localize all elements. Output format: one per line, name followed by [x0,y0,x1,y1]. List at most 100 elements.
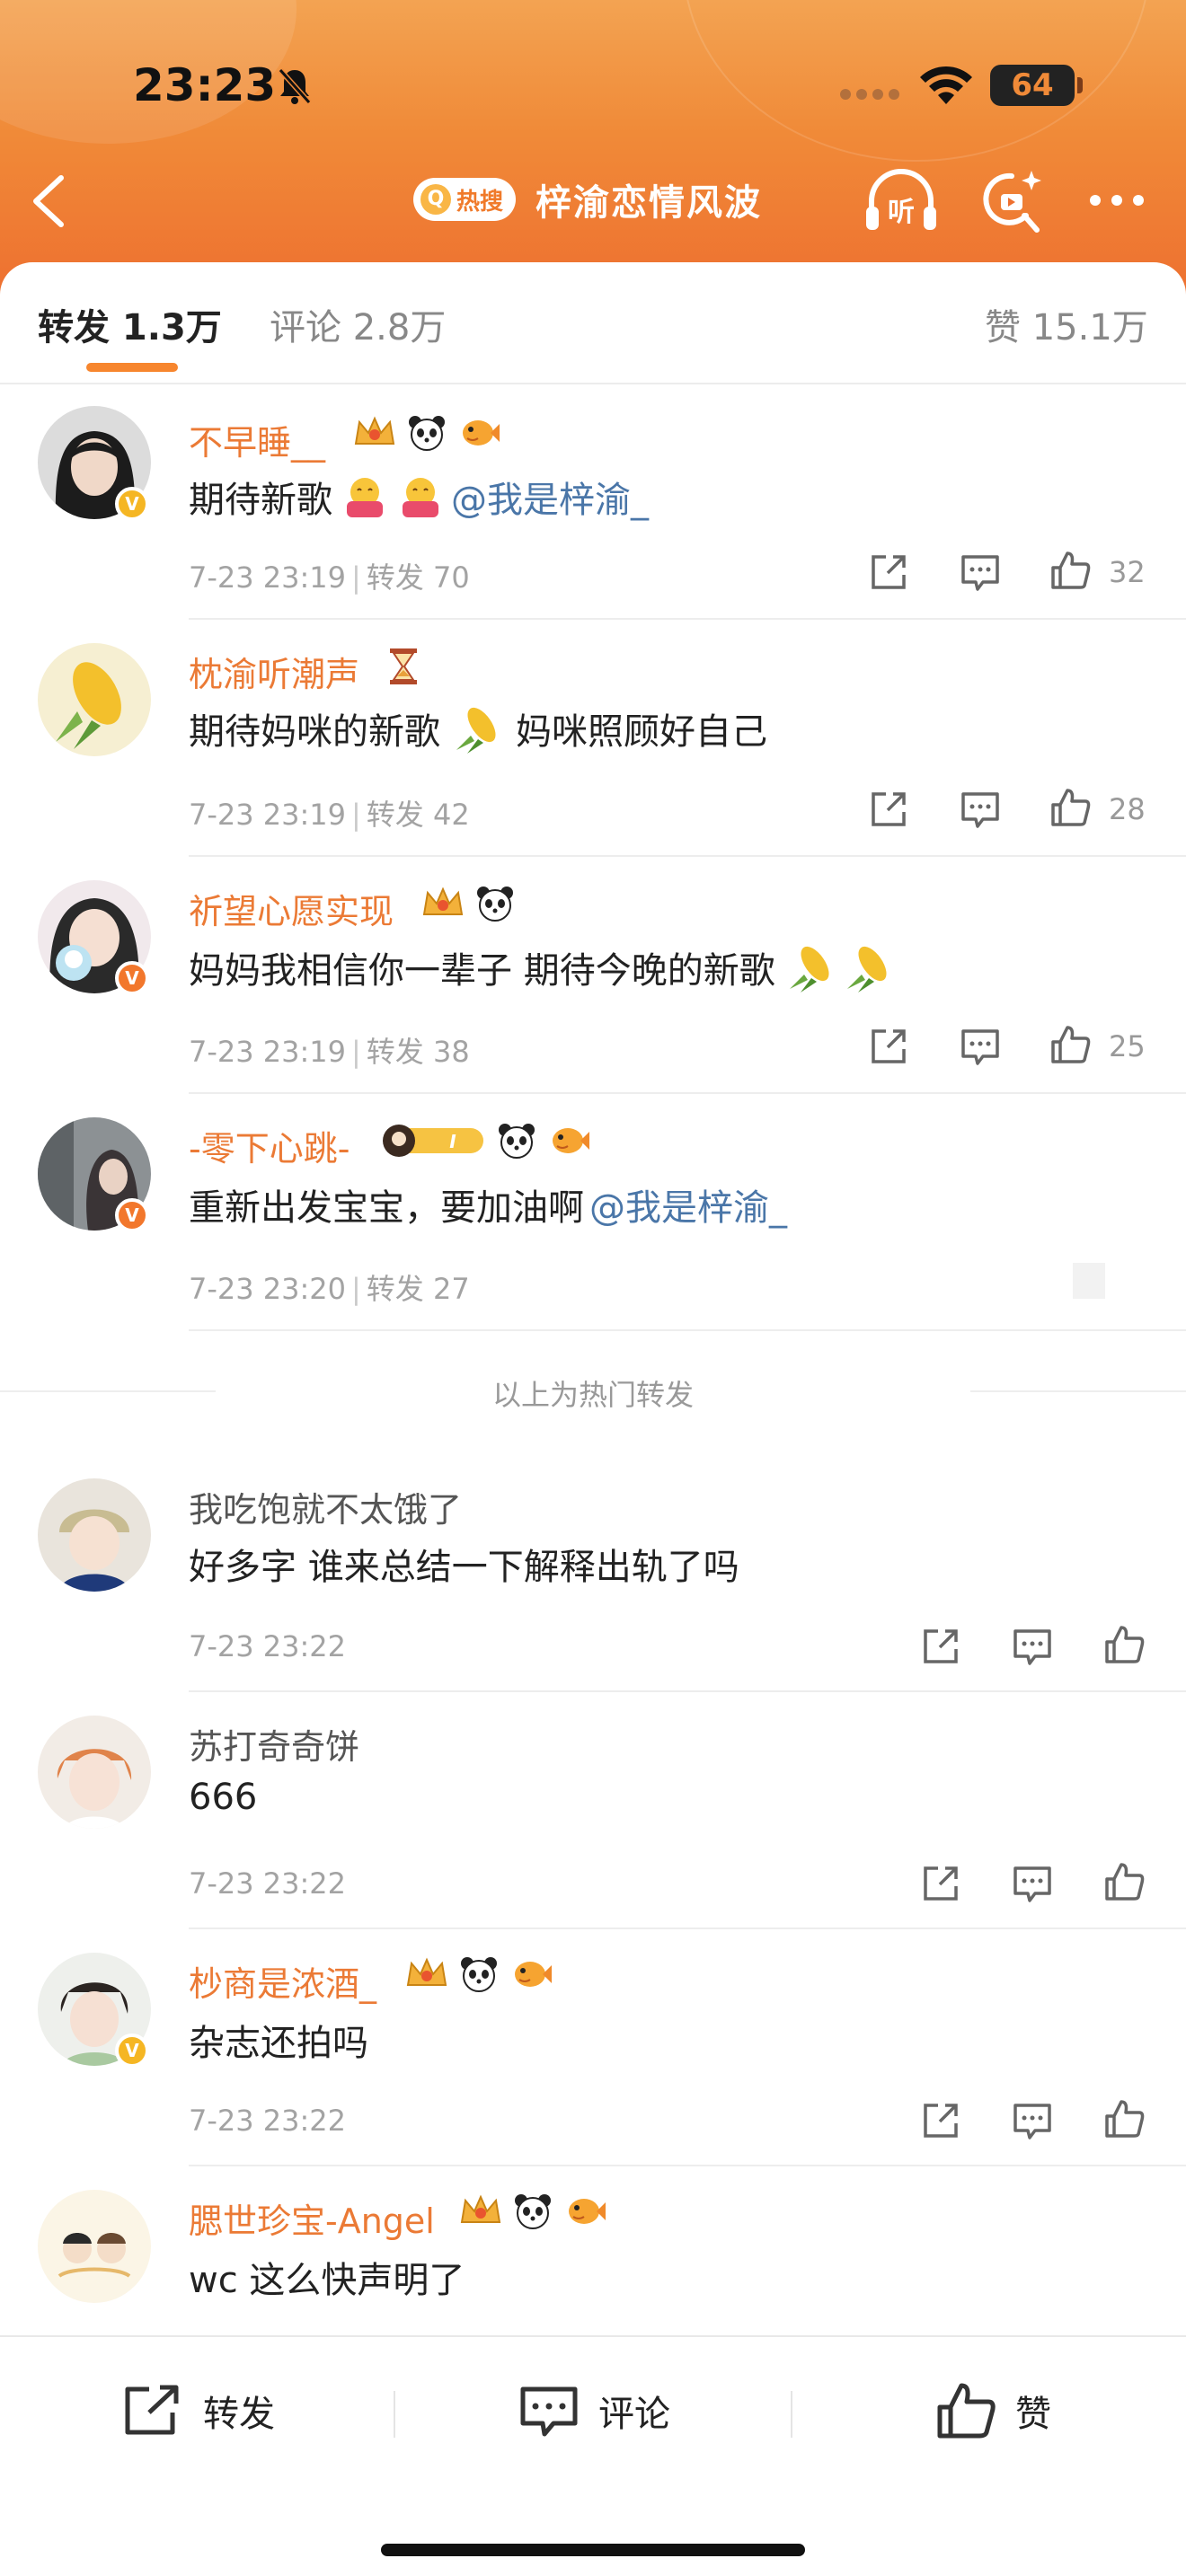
like-button[interactable]: 赞 [934,2378,1051,2443]
avatar[interactable] [38,643,151,756]
avatar[interactable] [38,1478,151,1592]
avatar[interactable] [38,2190,151,2303]
bottom-divider [791,2391,792,2438]
username[interactable]: 枕渝听潮声 [189,647,359,696]
row-divider [189,1329,1186,1331]
battery-nub [1077,77,1083,93]
username[interactable]: -零下心跳- [189,1121,350,1170]
wifi-icon [920,66,972,104]
panda-icon [461,1957,497,1992]
share-icon[interactable] [918,1861,963,1906]
username[interactable]: 祈望心愿实现 [189,884,394,933]
hot-search-title[interactable]: Q 热搜 梓渝恋情风波 [413,171,762,228]
list-item[interactable]: 枕渝听潮声 期待妈咪的新歌 妈咪照顾好自己 7-23 23:19 | 转发 42 2… [0,622,1186,859]
repost-date: 7-23 23:20 [189,1272,347,1306]
repost-count-label: 转发 [366,560,424,595]
share-icon[interactable] [866,787,911,832]
list-item[interactable]: 腮世珍宝-Angel wc 这么快声明了 [0,2166,1186,2335]
repost-button[interactable]: 转发 [122,2378,275,2443]
bottom-divider [394,2391,395,2438]
mention-link[interactable]: @我是梓渝_ [589,1178,787,1231]
repost-date: 7-23 23:22 [189,1866,347,1901]
comment-icon[interactable] [958,550,1003,595]
repost-text: 期待新歌 [189,480,332,521]
username[interactable]: 不早睡__ [189,415,325,464]
list-item[interactable]: V -零下心跳- I 重新出发宝宝，要加油啊 @我是梓渝_ 7-23 23:20… [0,1096,1186,1333]
username[interactable]: 我吃饱就不太饿了 [189,1482,462,1531]
fish-icon [569,2199,606,2224]
username[interactable]: 腮世珍宝-Angel [189,2193,435,2243]
corn-emoji-icon [456,707,496,754]
comment-icon[interactable] [1010,1624,1055,1669]
like-count: 28 [1109,792,1146,826]
panda-icon [515,2194,551,2229]
repost-meta: 7-23 23:20 | 转发 27 [189,1272,470,1306]
repost-count-label: 转发 [366,1272,424,1306]
avatar[interactable] [38,1716,151,1829]
tab-likes[interactable]: 赞 15.1万 [985,298,1148,350]
listen-headphones-icon[interactable]: 听 [863,167,940,235]
like-thumb-icon[interactable] [1048,785,1093,830]
mention-link[interactable]: @我是梓渝_ [451,471,649,523]
share-icon[interactable] [866,550,911,595]
like-thumb-icon[interactable] [1048,548,1093,593]
like-thumb-icon[interactable] [1102,1622,1146,1667]
repost-text: 666 [189,1777,258,1818]
repost-meta: 7-23 23:19 | 转发 42 [189,798,470,832]
active-tab-indicator [86,363,178,372]
comment-icon[interactable] [1010,2098,1055,2143]
repost-count: 70 [432,560,470,595]
like-button-label: 赞 [1015,2394,1051,2435]
like-thumb-icon[interactable] [1102,2096,1146,2141]
comment-icon[interactable] [958,787,1003,832]
tab-reposts[interactable]: 转发 1.3万 [38,298,222,350]
like-thumb-icon[interactable] [1102,1859,1146,1904]
user-emblems [458,2192,607,2231]
list-item[interactable]: V 祈望心愿实现 妈妈我相信你一辈子 期待今晚的新歌 7-23 23:19 | 转发… [0,859,1186,1096]
ai-search-icon[interactable] [979,167,1046,235]
repost-content: 好多字 谁来总结一下解释出轨了吗 [189,1538,739,1590]
tab-comments[interactable]: 评论 2.8万 [270,298,446,350]
list-item[interactable]: 我吃饱就不太饿了 好多字 谁来总结一下解释出轨了吗 7-23 23:22 [0,1455,1186,1692]
repost-text-2: 妈咪照顾好自己 [516,711,767,753]
more-options-icon[interactable] [1087,189,1146,212]
panda-icon [409,416,445,451]
repost-content: wc 这么快声明了 [189,2251,465,2303]
row-divider [189,618,1186,620]
svg-text:I: I [449,1131,456,1152]
page-title: 梓渝恋情风波 [535,182,763,224]
share-icon[interactable] [866,1024,911,1069]
crown-badge-icon [406,1957,447,1986]
hug-emoji-icon [347,478,383,517]
comment-icon[interactable] [958,1024,1003,1069]
like-thumb-icon[interactable] [1048,1022,1093,1067]
list-item[interactable]: 苏打奇奇饼 666 7-23 23:22 [0,1692,1186,1929]
hot-reposts-separator: 以上为热门转发 [0,1365,1186,1416]
loading-placeholder [1073,1263,1105,1299]
fish-icon [463,420,500,446]
list-item[interactable]: V 不早睡__ 期待新歌 @我是梓渝_ 7-23 23:19 | 转发 70 3… [0,386,1186,622]
username[interactable]: 苏打奇奇饼 [189,1719,359,1769]
username[interactable]: 杪商是浓酒_ [189,1956,376,2006]
share-icon[interactable] [918,2098,963,2143]
repost-count: 42 [432,798,470,832]
verified-badge-icon: V [115,1198,149,1232]
repost-date: 7-23 23:22 [189,2104,347,2138]
comment-icon[interactable] [1010,1861,1055,1906]
repost-date: 7-23 23:19 [189,1035,347,1069]
svg-text:听: 听 [888,197,915,228]
separator-text: 以上为热门转发 [491,1378,694,1412]
like-count: 32 [1109,555,1146,589]
panda-icon [477,887,513,922]
repost-text: wc 这么快声明了 [189,2260,465,2301]
back-arrow-icon[interactable] [27,172,72,230]
comment-button[interactable]: 评论 [518,2378,670,2443]
share-icon[interactable] [918,1624,963,1669]
list-item[interactable]: V 杪商是浓酒_ 杂志还拍吗 7-23 23:22 [0,1929,1186,2166]
repost-date: 7-23 23:19 [189,560,347,595]
panda-icon [499,1124,535,1159]
like-thumb-icon [937,2383,996,2439]
like-count: 25 [1109,1029,1146,1063]
repost-content: 重新出发宝宝，要加油啊 @我是梓渝_ [189,1178,787,1231]
repost-content: 666 [189,1777,257,1818]
